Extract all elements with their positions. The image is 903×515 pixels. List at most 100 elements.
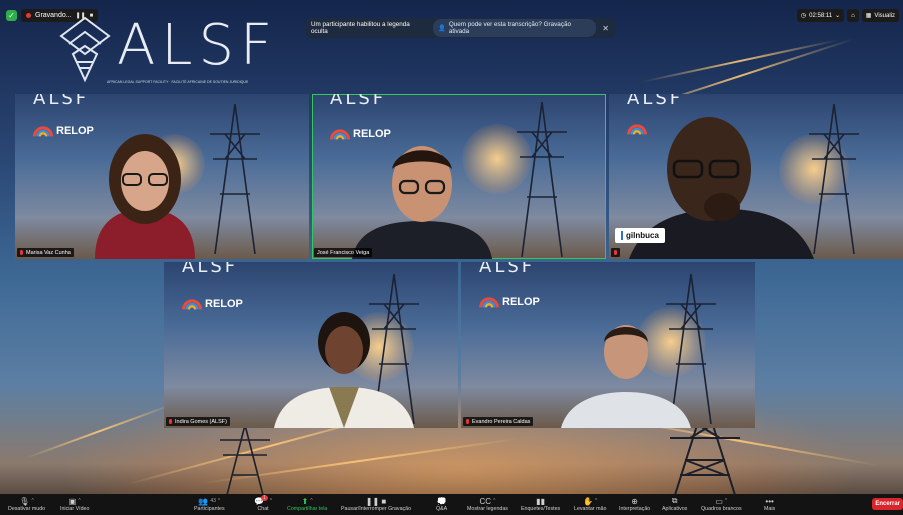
alsf-document-mark-icon (59, 16, 111, 83)
video-tile[interactable]: ALSF RELOP Marisa Vaz Cunha (15, 94, 309, 259)
chevron-up-icon[interactable]: ^ (270, 498, 272, 504)
muted-mic-icon (20, 250, 23, 255)
alsf-logo: ALSF AFRICAN LEGAL SUPPORT FACILITY · FA… (55, 14, 305, 86)
participants-icon: 👥 (198, 496, 209, 506)
toolbar-label: Chat (257, 506, 269, 512)
background-pylon-left (220, 425, 270, 495)
mute-button[interactable]: 🎙 ^ Desativar mudo (8, 496, 46, 513)
relop-logo-icon (479, 297, 499, 308)
alsf-logo-text: ALSF (117, 13, 279, 78)
participant-video (352, 146, 492, 259)
participant-video (561, 325, 691, 428)
toolbar-label: Pausar/Interromper Gravação (341, 506, 412, 512)
participant-name: Evandro Pereira Caldas (472, 418, 531, 425)
participant-name-card: gilnbuca (615, 228, 665, 243)
tile-alsf-text: ALSF (330, 94, 387, 109)
chevron-up-icon[interactable]: ^ (78, 498, 80, 504)
polls-button[interactable]: ▮▮ Enquetes/Testes (521, 496, 560, 513)
meeting-timer[interactable]: ◷ 02:58:11 ⌄ (796, 9, 845, 22)
participant-name-tag: Evandro Pereira Caldas (463, 417, 534, 426)
chevron-up-icon[interactable]: ^ (725, 498, 727, 504)
transcript-visibility-chip[interactable]: 👤 Quem pode ver esta transcrição? Gravaç… (432, 19, 597, 37)
pause-record-icon: ❚❚ ■ (365, 496, 387, 506)
relop-logo: RELOP (479, 295, 540, 309)
toolbar-label: Aplicativos (662, 506, 688, 512)
participant-video (95, 134, 195, 259)
security-button[interactable]: ⌂ (847, 9, 859, 22)
toolbar-label: Desativar mudo (8, 506, 46, 512)
relop-label: RELOP (502, 296, 540, 308)
muted-mic-icon (614, 250, 617, 255)
share-screen-icon: ⬆ (301, 496, 309, 506)
participant-name-tag (611, 248, 620, 257)
record-dot-icon (26, 13, 31, 18)
microphone-icon: 🎙 (19, 496, 30, 506)
toolbar-label: Quadros brancos (701, 506, 742, 512)
clock-icon: ◷ (800, 13, 807, 19)
chevron-up-icon[interactable]: ^ (595, 498, 597, 504)
toolbar-label: Interpretação (619, 506, 651, 512)
end-meeting-button[interactable]: Encerrar (872, 498, 903, 510)
grid-icon: ▦ (865, 13, 872, 19)
tile-alsf-text: ALSF (479, 262, 536, 277)
view-button[interactable]: ▦ Visualiz (861, 9, 899, 22)
interpretation-button[interactable]: ⊕ Interpretação (619, 496, 651, 513)
relop-logo-icon (182, 299, 202, 310)
participant-video (274, 312, 414, 428)
tile-alsf-text: ALSF (182, 262, 239, 277)
toolbar-label: Q&A (436, 506, 448, 512)
toolbar-label: Mostrar legendas (467, 506, 508, 512)
toolbar-label: Compartilhar tela (287, 506, 328, 512)
qa-icon: 💭 (436, 496, 447, 506)
chevron-up-icon[interactable]: ^ (493, 498, 495, 504)
person-icon: 👤 (437, 25, 446, 32)
chevron-up-icon[interactable]: ^ (218, 498, 220, 504)
participant-name: gilnbuca (626, 231, 659, 240)
close-icon[interactable]: ✕ (602, 24, 609, 33)
video-tile[interactable]: ALSF RELOP Evandro Pereira Caldas (461, 262, 755, 428)
participant-name-tag: José Francisco Veiga (314, 248, 373, 257)
transcript-visibility-label: Quem pode ver esta transcrição? Gravação… (448, 21, 571, 35)
chat-button[interactable]: 💬 1 ^ Chat (254, 495, 272, 512)
toolbar-label: Mais (764, 506, 776, 512)
pause-stop-recording-button[interactable]: ❚❚ ■ Pausar/Interromper Gravação (341, 496, 412, 513)
participant-name-tag: Indira Gomes (ALSF) (166, 417, 230, 426)
chevron-up-icon[interactable]: ^ (31, 498, 33, 504)
globe-icon: ⊕ (631, 496, 638, 506)
chat-badge: 1 (260, 495, 268, 501)
shield-icon: ✓ (6, 10, 17, 21)
chevron-down-icon: ⌄ (835, 13, 841, 19)
participant-name: José Francisco Veiga (317, 249, 370, 256)
apps-button[interactable]: ⧉ Aplicativos (662, 496, 687, 512)
view-label: Visualiz (874, 12, 895, 19)
muted-mic-icon (169, 419, 172, 424)
video-tile[interactable]: ALSF gilnbuca (609, 94, 903, 259)
show-captions-button[interactable]: CC ^ Mostrar legendas (467, 496, 508, 513)
tile-alsf-text: ALSF (627, 94, 684, 109)
more-button[interactable]: ••• Mais (764, 496, 776, 513)
lock-icon: ⌂ (851, 12, 855, 19)
share-screen-button[interactable]: ⬆ ^ Compartilhar tela (287, 496, 328, 513)
tile-alsf-text: ALSF (33, 94, 90, 109)
participant-name: Marisa Vaz Cunha (26, 249, 71, 256)
tile-pylon (517, 102, 567, 257)
more-icon: ••• (765, 496, 774, 506)
participants-button[interactable]: 👥 43 ^ Participantes (194, 496, 225, 513)
participants-count: 43 (210, 498, 216, 504)
chevron-up-icon[interactable]: ^ (310, 498, 312, 504)
raise-hand-button[interactable]: ✋ ^ Levantar mão (574, 496, 606, 513)
caption-banner: Um participante habilitou a legenda ocul… (305, 18, 615, 38)
top-right-controls: ◷ 02:58:11 ⌄ ⌂ ▦ Visualiz (796, 9, 899, 22)
relop-logo: RELOP (182, 297, 243, 311)
meeting-toolbar: 🎙 ^ Desativar mudo ▣ ^ Iniciar Vídeo 👥 43 ^ Par… (0, 494, 903, 515)
qa-button[interactable]: 💭 Q&A (436, 496, 448, 513)
video-tile[interactable]: ALSF RELOP Indira Gomes (ALSF) (164, 262, 458, 428)
apps-icon: ⧉ (671, 496, 678, 505)
start-video-button[interactable]: ▣ ^ Iniciar Vídeo (60, 496, 89, 513)
video-tile-active-speaker[interactable]: ALSF RELOP José Francisco Veiga (312, 94, 606, 259)
cc-icon: CC (479, 496, 492, 506)
toolbar-label: Participantes (194, 506, 225, 512)
participant-name-tag: Marisa Vaz Cunha (17, 248, 74, 257)
whiteboards-button[interactable]: ▭ ^ Quadros brancos (701, 496, 742, 513)
video-icon: ▣ (68, 496, 77, 506)
